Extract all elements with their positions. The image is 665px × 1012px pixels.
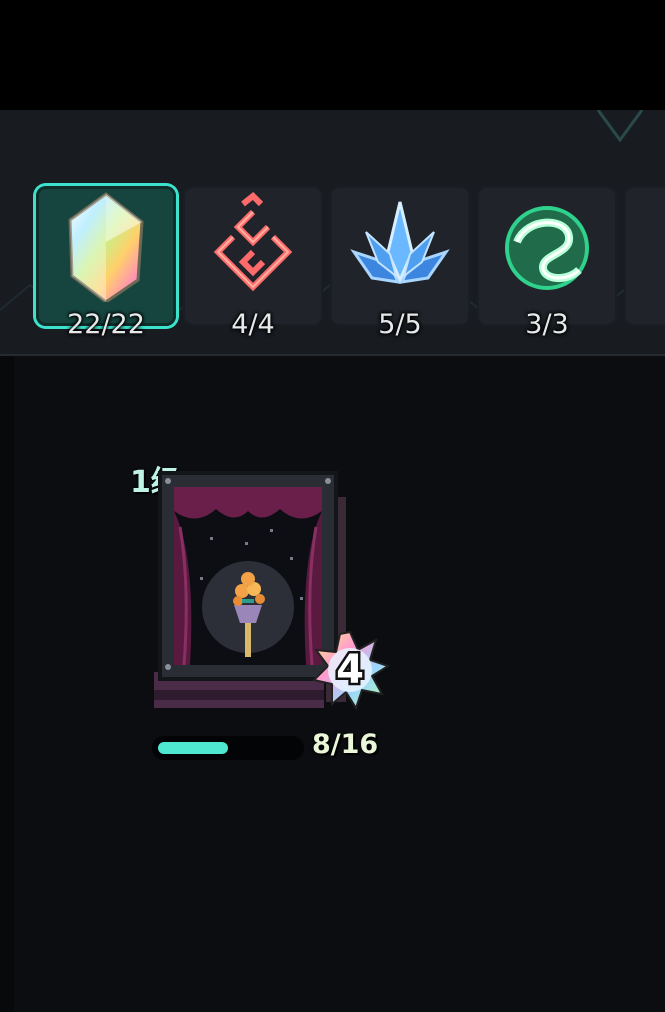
green-wind-swirl-icon [505, 206, 589, 290]
tab-red-rune[interactable]: 4/4 [183, 186, 323, 340]
tab-count: 5/5 [378, 309, 422, 340]
tab-count: 22/22 [67, 309, 145, 340]
progress-fill [158, 742, 228, 754]
blue-crystal-lotus-icon [350, 201, 450, 284]
tab-rainbow-crystal[interactable]: 22/22 [36, 186, 176, 340]
left-edge-shade [0, 356, 14, 1012]
badge-number: 4 [334, 645, 367, 696]
top-black-bar [0, 0, 665, 110]
tab-count: 3/3 [525, 309, 569, 340]
tab-partial[interactable] [624, 186, 665, 326]
progress-text: 8/16 [312, 729, 379, 760]
tab-count: 4/4 [231, 309, 275, 340]
rainbow-crystal-icon [68, 192, 144, 302]
category-filter-bar: 22/22 4/4 5/5 3/3 [0, 110, 665, 356]
red-swirl-rune-icon [213, 192, 293, 292]
card-item[interactable]: 1级 4 8/16 [130, 455, 400, 775]
tab-blue-lotus[interactable]: 5/5 [330, 186, 470, 340]
progress-bar [152, 736, 304, 760]
tab-green-wind[interactable]: 3/3 [477, 186, 617, 340]
